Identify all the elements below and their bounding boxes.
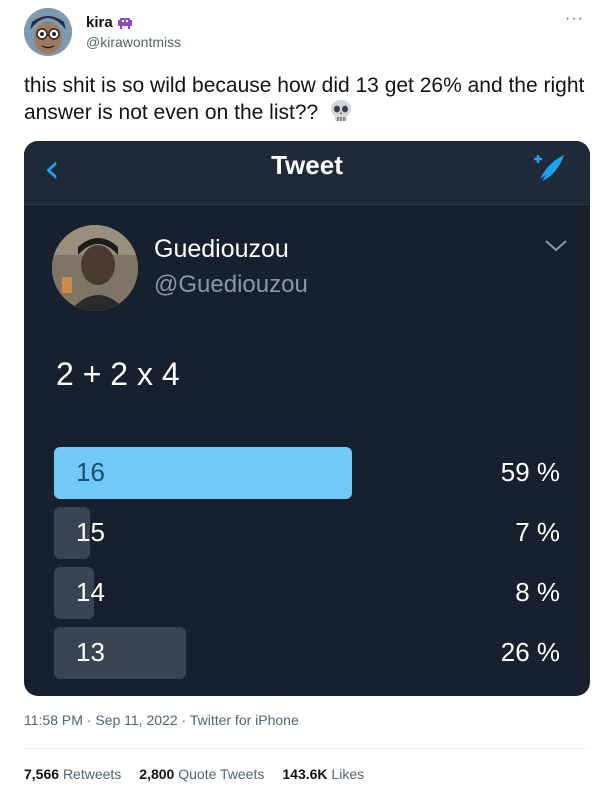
tweet-source[interactable]: Twitter for iPhone xyxy=(190,712,299,728)
poll-option: 14 8 % xyxy=(54,567,560,619)
original-author-name: Guediouzou xyxy=(154,235,289,263)
poll-option-label: 15 xyxy=(76,517,105,547)
quotes-count: 2,800 xyxy=(139,766,175,782)
embedded-screenshot[interactable]: ‹ Tweet Guediouzou @Guediouzou 2 + 2 x 4… xyxy=(24,141,590,696)
tweet-date[interactable]: Sep 11, 2022 xyxy=(95,712,177,728)
poll-option-label: 14 xyxy=(76,577,105,607)
author-name[interactable]: kira xyxy=(86,14,113,31)
likes-label: Likes xyxy=(331,766,365,782)
retweets-count: 7,566 xyxy=(24,766,60,782)
poll-option: 15 7 % xyxy=(54,507,560,559)
poll-option-label: 16 xyxy=(76,457,105,487)
retweets-label: Retweets xyxy=(62,766,122,782)
more-dots-icon[interactable]: ··· xyxy=(565,10,584,28)
original-author-handle: @Guediouzou xyxy=(154,271,308,298)
original-author-avatar xyxy=(52,225,138,311)
tweet-body: this shit is so wild because how did 13 … xyxy=(24,74,585,124)
tweet-text: this shit is so wild because how did 13 … xyxy=(24,72,594,126)
poll-option-percent: 26 % xyxy=(500,637,560,667)
tweet-stats: 7,566 Retweets 2,800 Quote Tweets 143.6K… xyxy=(24,766,364,782)
meta-separator: · xyxy=(86,712,92,728)
likes-count: 143.6K xyxy=(282,766,328,782)
media-nav-bar: ‹ Tweet xyxy=(24,141,590,205)
media-header-title: Tweet xyxy=(271,150,343,180)
poll-option: 16 59 % xyxy=(54,447,560,499)
poll-option: 13 26 % xyxy=(54,627,560,679)
poll-option-percent: 7 % xyxy=(515,517,560,547)
skull-emoji-icon xyxy=(328,99,354,123)
meta-separator: · xyxy=(181,712,187,728)
quote-tweets-stat[interactable]: 2,800 Quote Tweets xyxy=(139,766,264,782)
chevron-down-icon xyxy=(544,239,568,253)
poll-question: 2 + 2 x 4 xyxy=(56,356,180,392)
alien-monster-emoji-icon xyxy=(117,16,133,30)
quotes-label: Quote Tweets xyxy=(178,766,265,782)
retweets-stat[interactable]: 7,566 Retweets xyxy=(24,766,121,782)
tweet-meta: 11:58 PM · Sep 11, 2022 · Twitter for iP… xyxy=(24,712,299,728)
poll-bar xyxy=(54,627,186,679)
tweet-time[interactable]: 11:58 PM xyxy=(24,712,83,728)
author-handle[interactable]: @kirawontmiss xyxy=(86,34,181,50)
divider xyxy=(24,748,590,749)
poll-option-percent: 8 % xyxy=(515,577,560,607)
poll-option-label: 13 xyxy=(76,637,105,667)
poll-option-percent: 59 % xyxy=(500,457,560,487)
tweet-header: kira @kirawontmiss ··· xyxy=(24,8,590,58)
compose-tweet-icon xyxy=(528,151,568,187)
likes-stat[interactable]: 143.6K Likes xyxy=(282,766,364,782)
avatar[interactable] xyxy=(24,8,72,56)
